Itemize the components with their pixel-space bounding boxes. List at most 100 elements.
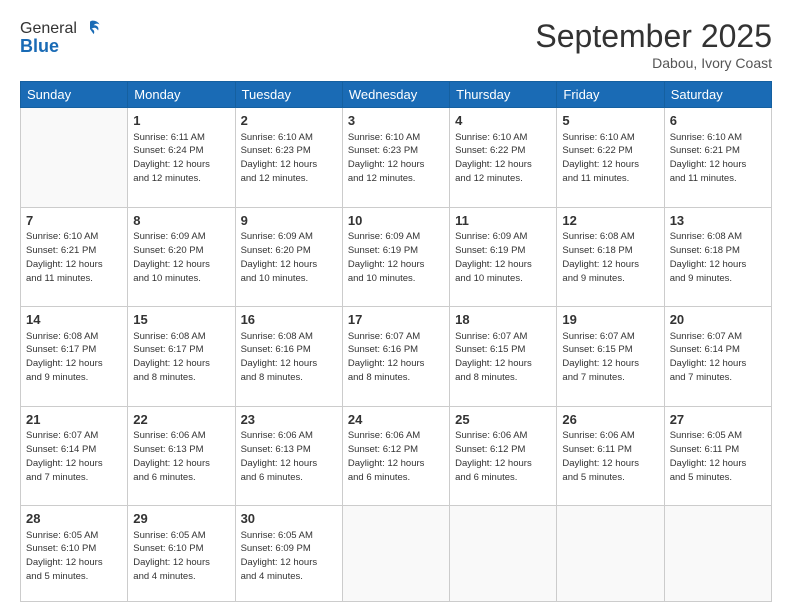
page: General Blue September 2025 Dabou, Ivory…: [0, 0, 792, 612]
week-row-4: 21Sunrise: 6:07 AM Sunset: 6:14 PM Dayli…: [21, 406, 772, 506]
day-number: 27: [670, 411, 766, 429]
day-cell: 15 Sunrise: 6:08 AM Sunset: 6:17 PM Dayli…: [128, 307, 235, 407]
day-info: Sunrise: 6:11 AM Sunset: 6:24 PM Dayligh…: [133, 132, 210, 184]
col-wednesday: Wednesday: [342, 82, 449, 108]
day-number: 1: [133, 112, 229, 130]
day-cell: 24Sunrise: 6:06 AM Sunset: 6:12 PM Dayli…: [342, 406, 449, 506]
day-cell: 8Sunrise: 6:09 AM Sunset: 6:20 PM Daylig…: [128, 207, 235, 307]
day-info: Sunrise: 6:08 AM Sunset: 6:18 PM Dayligh…: [562, 231, 639, 283]
day-cell: 22Sunrise: 6:06 AM Sunset: 6:13 PM Dayli…: [128, 406, 235, 506]
day-info: Sunrise: 6:05 AM Sunset: 6:11 PM Dayligh…: [670, 430, 747, 482]
day-cell: 13Sunrise: 6:08 AM Sunset: 6:18 PM Dayli…: [664, 207, 771, 307]
day-number: 14: [26, 311, 122, 329]
day-cell: 9Sunrise: 6:09 AM Sunset: 6:20 PM Daylig…: [235, 207, 342, 307]
week-row-5: 28 Sunrise: 6:05 AM Sunset: 6:10 PM Dayli…: [21, 506, 772, 602]
day-info: Sunrise: 6:08 AM Sunset: 6:16 PM Dayligh…: [241, 331, 318, 383]
day-info: Sunrise: 6:06 AM Sunset: 6:11 PM Dayligh…: [562, 430, 639, 482]
day-info: Sunrise: 6:05 AM Sunset: 6:10 PM Dayligh…: [26, 530, 103, 582]
day-cell: 12Sunrise: 6:08 AM Sunset: 6:18 PM Dayli…: [557, 207, 664, 307]
day-cell: [664, 506, 771, 602]
day-info: Sunrise: 6:06 AM Sunset: 6:13 PM Dayligh…: [133, 430, 210, 482]
day-cell: 10Sunrise: 6:09 AM Sunset: 6:19 PM Dayli…: [342, 207, 449, 307]
day-info: Sunrise: 6:07 AM Sunset: 6:15 PM Dayligh…: [455, 331, 532, 383]
day-number: 16: [241, 311, 337, 329]
day-info: Sunrise: 6:10 AM Sunset: 6:22 PM Dayligh…: [562, 132, 639, 184]
day-cell: 11Sunrise: 6:09 AM Sunset: 6:19 PM Dayli…: [450, 207, 557, 307]
header: General Blue September 2025 Dabou, Ivory…: [20, 18, 772, 71]
day-info: Sunrise: 6:10 AM Sunset: 6:22 PM Dayligh…: [455, 132, 532, 184]
day-info: Sunrise: 6:07 AM Sunset: 6:15 PM Dayligh…: [562, 331, 639, 383]
col-sunday: Sunday: [21, 82, 128, 108]
day-number: 5: [562, 112, 658, 130]
day-number: 18: [455, 311, 551, 329]
day-info: Sunrise: 6:08 AM Sunset: 6:17 PM Dayligh…: [133, 331, 210, 383]
month-year-title: September 2025: [535, 18, 772, 55]
day-cell: 30 Sunrise: 6:05 AM Sunset: 6:09 PM Dayli…: [235, 506, 342, 602]
day-cell: 7Sunrise: 6:10 AM Sunset: 6:21 PM Daylig…: [21, 207, 128, 307]
day-number: 11: [455, 212, 551, 230]
day-number: 26: [562, 411, 658, 429]
day-info: Sunrise: 6:09 AM Sunset: 6:19 PM Dayligh…: [455, 231, 532, 283]
day-cell: 25Sunrise: 6:06 AM Sunset: 6:12 PM Dayli…: [450, 406, 557, 506]
day-cell: 16 Sunrise: 6:08 AM Sunset: 6:16 PM Dayli…: [235, 307, 342, 407]
day-info: Sunrise: 6:05 AM Sunset: 6:09 PM Dayligh…: [241, 530, 318, 582]
day-info: Sunrise: 6:05 AM Sunset: 6:10 PM Dayligh…: [133, 530, 210, 582]
day-cell: 26Sunrise: 6:06 AM Sunset: 6:11 PM Dayli…: [557, 406, 664, 506]
day-number: 24: [348, 411, 444, 429]
day-number: 7: [26, 212, 122, 230]
calendar-header-row: Sunday Monday Tuesday Wednesday Thursday…: [21, 82, 772, 108]
logo: General Blue: [20, 18, 101, 57]
calendar-table: Sunday Monday Tuesday Wednesday Thursday…: [20, 81, 772, 602]
day-cell: 6 Sunrise: 6:10 AM Sunset: 6:21 PM Daylig…: [664, 108, 771, 208]
day-cell: 2Sunrise: 6:10 AM Sunset: 6:23 PM Daylig…: [235, 108, 342, 208]
day-info: Sunrise: 6:06 AM Sunset: 6:12 PM Dayligh…: [455, 430, 532, 482]
day-cell: 19 Sunrise: 6:07 AM Sunset: 6:15 PM Dayli…: [557, 307, 664, 407]
day-info: Sunrise: 6:07 AM Sunset: 6:16 PM Dayligh…: [348, 331, 425, 383]
day-cell: [342, 506, 449, 602]
col-monday: Monday: [128, 82, 235, 108]
logo-bird-icon: [79, 18, 101, 40]
day-number: 17: [348, 311, 444, 329]
day-info: Sunrise: 6:09 AM Sunset: 6:20 PM Dayligh…: [241, 231, 318, 283]
day-cell: 14 Sunrise: 6:08 AM Sunset: 6:17 PM Dayli…: [21, 307, 128, 407]
day-cell: 28 Sunrise: 6:05 AM Sunset: 6:10 PM Dayli…: [21, 506, 128, 602]
day-info: Sunrise: 6:06 AM Sunset: 6:13 PM Dayligh…: [241, 430, 318, 482]
day-cell: 3 Sunrise: 6:10 AM Sunset: 6:23 PM Daylig…: [342, 108, 449, 208]
day-info: Sunrise: 6:09 AM Sunset: 6:20 PM Dayligh…: [133, 231, 210, 283]
day-cell: 27Sunrise: 6:05 AM Sunset: 6:11 PM Dayli…: [664, 406, 771, 506]
day-cell: 18 Sunrise: 6:07 AM Sunset: 6:15 PM Dayli…: [450, 307, 557, 407]
day-number: 28: [26, 510, 122, 528]
day-cell: 5 Sunrise: 6:10 AM Sunset: 6:22 PM Daylig…: [557, 108, 664, 208]
day-cell: 29Sunrise: 6:05 AM Sunset: 6:10 PM Dayli…: [128, 506, 235, 602]
day-number: 6: [670, 112, 766, 130]
day-info: Sunrise: 6:06 AM Sunset: 6:12 PM Dayligh…: [348, 430, 425, 482]
week-row-3: 14 Sunrise: 6:08 AM Sunset: 6:17 PM Dayli…: [21, 307, 772, 407]
week-row-2: 7Sunrise: 6:10 AM Sunset: 6:21 PM Daylig…: [21, 207, 772, 307]
day-number: 13: [670, 212, 766, 230]
day-cell: 4Sunrise: 6:10 AM Sunset: 6:22 PM Daylig…: [450, 108, 557, 208]
day-number: 8: [133, 212, 229, 230]
day-cell: 21Sunrise: 6:07 AM Sunset: 6:14 PM Dayli…: [21, 406, 128, 506]
day-info: Sunrise: 6:08 AM Sunset: 6:17 PM Dayligh…: [26, 331, 103, 383]
day-cell: 23Sunrise: 6:06 AM Sunset: 6:13 PM Dayli…: [235, 406, 342, 506]
day-cell: 17 Sunrise: 6:07 AM Sunset: 6:16 PM Dayli…: [342, 307, 449, 407]
day-number: 3: [348, 112, 444, 130]
col-thursday: Thursday: [450, 82, 557, 108]
day-info: Sunrise: 6:10 AM Sunset: 6:23 PM Dayligh…: [348, 132, 425, 184]
day-cell: [21, 108, 128, 208]
day-info: Sunrise: 6:10 AM Sunset: 6:21 PM Dayligh…: [670, 132, 747, 184]
day-number: 30: [241, 510, 337, 528]
day-number: 2: [241, 112, 337, 130]
title-section: September 2025 Dabou, Ivory Coast: [535, 18, 772, 71]
day-number: 25: [455, 411, 551, 429]
day-number: 12: [562, 212, 658, 230]
location-subtitle: Dabou, Ivory Coast: [535, 55, 772, 71]
col-saturday: Saturday: [664, 82, 771, 108]
col-tuesday: Tuesday: [235, 82, 342, 108]
day-cell: [557, 506, 664, 602]
day-number: 22: [133, 411, 229, 429]
day-cell: 1 Sunrise: 6:11 AM Sunset: 6:24 PM Daylig…: [128, 108, 235, 208]
day-number: 15: [133, 311, 229, 329]
day-number: 19: [562, 311, 658, 329]
day-number: 20: [670, 311, 766, 329]
